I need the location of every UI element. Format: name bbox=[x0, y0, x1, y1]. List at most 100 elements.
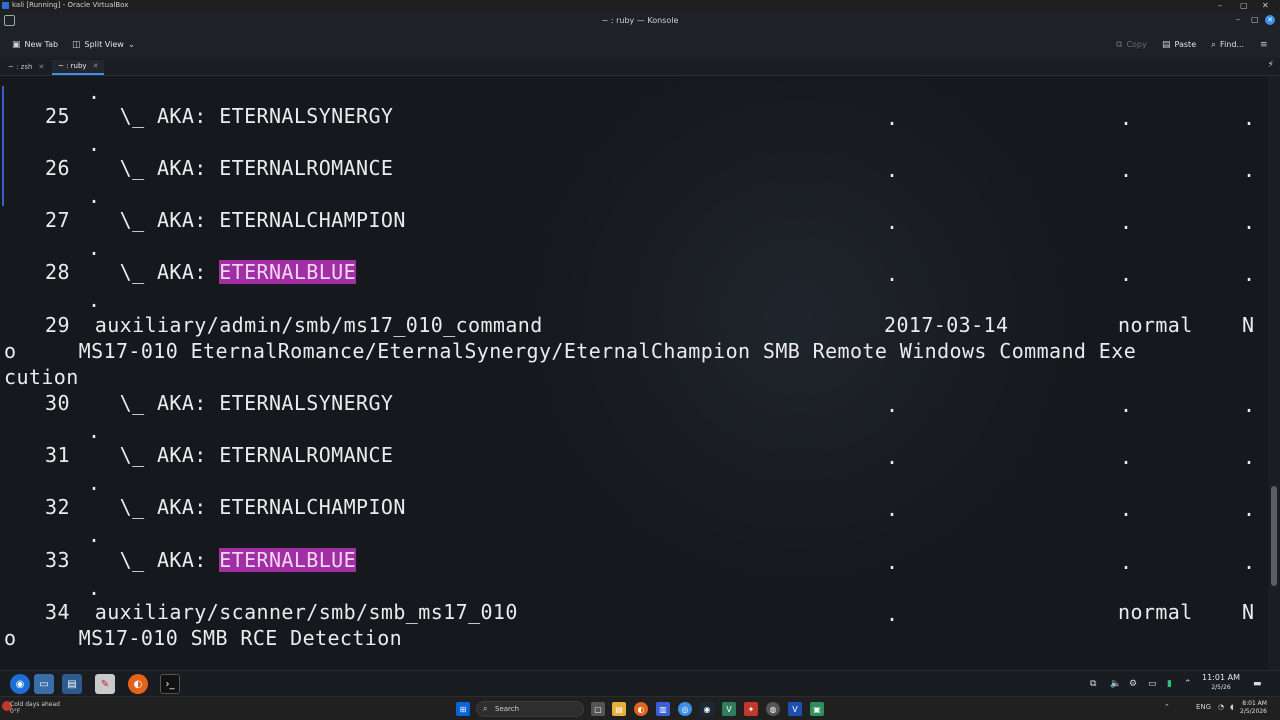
module-date: . bbox=[886, 602, 899, 626]
result-row: 31 \_ AKA: ETERNALROMANCE bbox=[45, 443, 393, 467]
aka-prefix: \_ AKA: bbox=[119, 156, 220, 180]
result-row: 33 \_ AKA: ETERNALBLUE bbox=[45, 548, 357, 572]
paste-button[interactable]: ▤ Paste bbox=[1162, 38, 1196, 52]
find-button[interactable]: ⌕ Find... bbox=[1211, 38, 1244, 52]
vm-app-icon[interactable]: V bbox=[722, 702, 736, 716]
tab-ruby[interactable]: ~ : ruby ✕ bbox=[52, 59, 105, 75]
scroll-marker bbox=[2, 86, 4, 206]
pin-icon[interactable]: ⚡ bbox=[1268, 60, 1274, 70]
weather-temp: 0°F bbox=[10, 708, 21, 715]
maximize-icon[interactable]: ▢ bbox=[1240, 0, 1248, 11]
chrome-icon[interactable]: ◍ bbox=[766, 702, 780, 716]
close-icon[interactable]: ✕ bbox=[1262, 0, 1269, 11]
tray-battery-icon[interactable]: ▮ bbox=[1167, 674, 1172, 694]
rank-dot: . bbox=[1120, 497, 1133, 521]
row-number: 33 bbox=[45, 548, 70, 572]
date-dot: . bbox=[886, 106, 899, 130]
edge-icon[interactable]: ◎ bbox=[678, 702, 692, 716]
tray-display-icon[interactable]: ▭ bbox=[1148, 674, 1157, 694]
volume-icon[interactable]: ◖ bbox=[1230, 703, 1234, 711]
minimize-icon[interactable]: – bbox=[1218, 0, 1222, 11]
terminal-icon[interactable]: ›_ bbox=[160, 674, 180, 694]
file-manager-icon[interactable]: ▤ bbox=[62, 674, 82, 694]
host-clock[interactable]: 8:01 AM 2/5/2026 bbox=[1240, 700, 1267, 716]
guest-clock[interactable]: 11:01 AM 2/5/26 bbox=[1196, 673, 1246, 693]
konsole-window-title: ~ : ruby — Konsole bbox=[601, 16, 679, 25]
tab-close-icon[interactable]: ✕ bbox=[38, 60, 44, 75]
rank-dot: . bbox=[1120, 106, 1133, 130]
module-path: auxiliary/admin/smb/ms17_010_command bbox=[94, 313, 543, 337]
check-dot: . bbox=[1243, 106, 1256, 130]
split-view-button[interactable]: ◫ Split View ⌄ bbox=[72, 38, 135, 52]
close-icon[interactable]: ✕ bbox=[1265, 15, 1275, 25]
tab-zsh[interactable]: ~ : zsh ✕ bbox=[2, 60, 50, 75]
virtualbox-window-title: kali [Running] - Oracle VirtualBox bbox=[12, 1, 129, 9]
rank-dot: . bbox=[1120, 393, 1133, 417]
host-clock-time: 8:01 AM bbox=[1242, 700, 1267, 707]
language-indicator[interactable]: ENG bbox=[1196, 703, 1211, 711]
aka-name-highlighted: ETERNALBLUE bbox=[219, 260, 357, 284]
aka-name: ETERNALSYNERGY bbox=[219, 391, 394, 415]
text-editor-icon[interactable]: ✎ bbox=[95, 674, 115, 694]
copy-button[interactable]: ⧉ Copy bbox=[1116, 38, 1147, 52]
maximize-icon[interactable]: ▢ bbox=[1251, 15, 1259, 24]
tab-label: ~ : ruby bbox=[58, 62, 87, 70]
check-dot: . bbox=[1243, 158, 1256, 182]
result-row: 28 \_ AKA: ETERNALBLUE bbox=[45, 260, 357, 284]
check-dot: . bbox=[1243, 393, 1256, 417]
check-dot: . bbox=[1243, 550, 1256, 574]
aka-prefix: \_ AKA: bbox=[119, 548, 220, 572]
host-taskbar: Cold days ahead 0°F ⊞ ⌕ Search ▢ ▤ ◐ ▥ ◎… bbox=[0, 696, 1280, 720]
konsole-title-bar: ~ : ruby — Konsole – ▢ ✕ bbox=[0, 11, 1280, 31]
weather-widget[interactable]: Cold days ahead 0°F bbox=[10, 701, 60, 715]
tray-volume-icon[interactable]: 🔈 bbox=[1110, 674, 1121, 694]
media-app-icon[interactable]: ✦ bbox=[744, 702, 758, 716]
aka-name: ETERNALSYNERGY bbox=[219, 104, 394, 128]
minimize-icon[interactable]: – bbox=[1236, 15, 1240, 24]
tray-settings-icon[interactable]: ⚙ bbox=[1129, 674, 1137, 694]
task-view-icon[interactable]: ▢ bbox=[591, 702, 605, 716]
terminal-plus-icon: ▣ bbox=[12, 40, 21, 50]
taskbar-search-box[interactable]: ⌕ Search bbox=[476, 701, 584, 717]
windows-start-icon[interactable]: ⊞ bbox=[456, 702, 470, 716]
firefox-icon[interactable]: ◐ bbox=[128, 674, 148, 694]
aka-prefix: \_ AKA: bbox=[119, 391, 220, 415]
firefox-icon[interactable]: ◐ bbox=[634, 702, 648, 716]
scrollbar-thumb[interactable] bbox=[1271, 486, 1277, 586]
virtualbox-icon[interactable]: V bbox=[788, 702, 802, 716]
tab-close-icon[interactable]: ✕ bbox=[93, 59, 99, 74]
wifi-icon[interactable]: ◔ bbox=[1218, 703, 1224, 711]
aka-prefix: \_ AKA: bbox=[119, 260, 220, 284]
tray-expand-icon[interactable]: ⌃ bbox=[1184, 674, 1192, 694]
date-dot: . bbox=[886, 158, 899, 182]
result-row: 27 \_ AKA: ETERNALCHAMPION bbox=[45, 208, 406, 232]
date-dot: . bbox=[886, 497, 899, 521]
tray-expand-icon[interactable]: ⌃ bbox=[1164, 703, 1170, 711]
menu-button[interactable]: ≡ bbox=[1260, 38, 1268, 52]
steam-icon[interactable]: ◉ bbox=[700, 702, 714, 716]
aka-prefix: \_ AKA: bbox=[119, 443, 220, 467]
new-tab-label: New Tab bbox=[24, 40, 59, 49]
desktop-icon[interactable]: ▭ bbox=[34, 674, 54, 694]
guest-taskbar: ◉ ▭ ▤ ✎ ◐ ›_ ⧉ 🔈 ⚙ ▭ ▮ ⌃ 11:01 AM 2/5/26… bbox=[0, 670, 1280, 696]
module-description-wrap: cution bbox=[4, 365, 79, 389]
chevron-down-icon: ⌄ bbox=[127, 40, 136, 50]
file-explorer-icon[interactable]: ▤ bbox=[612, 702, 626, 716]
tray-network-icon[interactable]: ⧉ bbox=[1090, 674, 1096, 694]
guest-clock-date: 2/5/26 bbox=[1211, 684, 1231, 691]
kali-menu-icon[interactable]: ◉ bbox=[10, 674, 30, 694]
show-desktop-icon[interactable]: ▬ bbox=[1253, 674, 1262, 694]
date-dot: . bbox=[886, 445, 899, 469]
date-dot: . bbox=[886, 210, 899, 234]
terminal-scrollbar[interactable] bbox=[1268, 76, 1280, 670]
row-number: 34 bbox=[45, 600, 70, 624]
virtualbox-title-bar: kali [Running] - Oracle VirtualBox – ▢ ✕ bbox=[0, 0, 1280, 11]
chart-app-icon[interactable]: ▥ bbox=[656, 702, 670, 716]
module-date: 2017-03-14 bbox=[884, 313, 1009, 337]
aka-name: ETERNALCHAMPION bbox=[219, 208, 406, 232]
guest-clock-time: 11:01 AM bbox=[1202, 673, 1240, 682]
terminal-app-icon[interactable]: ▣ bbox=[810, 702, 824, 716]
new-tab-button[interactable]: ▣ New Tab bbox=[12, 38, 58, 52]
terminal-output[interactable]: . 25 \_ AKA: ETERNALSYNERGY . . . . 26 \… bbox=[0, 76, 1268, 670]
konsole-toolbar: ▣ New Tab ◫ Split View ⌄ ⧉ Copy ▤ Paste … bbox=[0, 31, 1280, 58]
